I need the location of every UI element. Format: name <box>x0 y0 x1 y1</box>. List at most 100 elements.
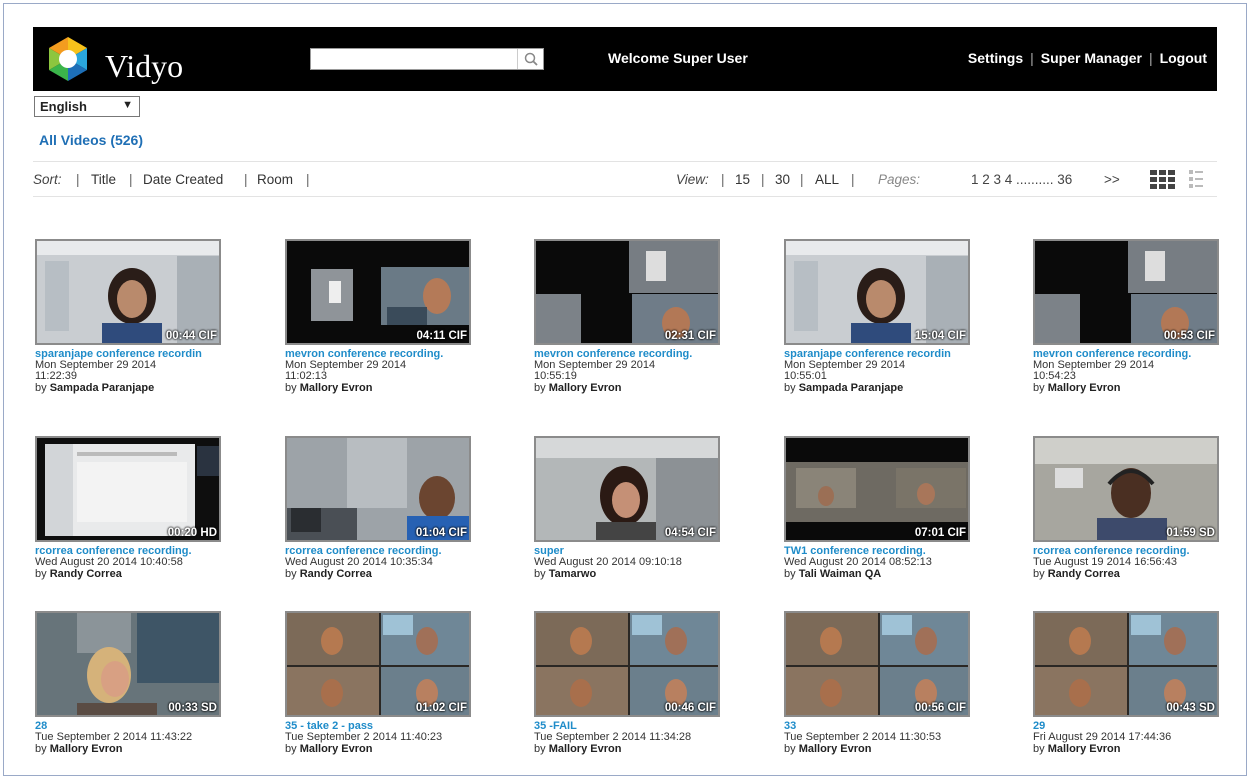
video-thumbnail[interactable]: 01:59 SD <box>1033 436 1219 542</box>
brand-name: Vidyo <box>105 48 184 84</box>
video-thumbnail[interactable]: 07:01 CIF <box>784 436 970 542</box>
pages-label: Pages: <box>878 172 921 187</box>
video-thumbnail[interactable]: 00:33 SD <box>35 611 221 717</box>
video-author: by Mallory Evron <box>1033 744 1223 755</box>
author-prefix: by <box>784 382 796 394</box>
all-videos-link[interactable]: All Videos (526) <box>39 132 143 148</box>
video-thumbnail[interactable]: 15:04 CIF <box>784 239 970 345</box>
view-all[interactable]: ALL <box>815 172 839 187</box>
view-30[interactable]: 30 <box>775 172 790 187</box>
video-thumbnail[interactable]: 00:53 CIF <box>1033 239 1219 345</box>
video-meta: rcorrea conference recording. Wed August … <box>285 546 475 580</box>
author-name: Mallory Evron <box>1047 743 1121 755</box>
sort-view-toolbar: Sort: | Title | Date Created | Room | Vi… <box>33 161 1217 197</box>
video-duration: 00:46 CIF <box>664 702 716 714</box>
settings-link[interactable]: Settings <box>968 50 1023 66</box>
video-meta: sparanjape conference recordin Mon Septem… <box>784 349 974 394</box>
author-prefix: by <box>784 568 796 580</box>
author-name: Mallory Evron <box>1047 382 1121 394</box>
video-meta: mevron conference recording. Mon Septembe… <box>285 349 475 394</box>
vidyo-logo[interactable]: Vidyo <box>43 34 203 84</box>
page-numbers[interactable]: 1 2 3 4 .......... 36 <box>971 172 1072 187</box>
video-duration: 02:31 CIF <box>664 330 716 342</box>
video-author: by Mallory Evron <box>285 744 475 755</box>
separator: | <box>800 172 804 187</box>
sort-date-created[interactable]: Date Created <box>143 172 223 187</box>
author-name: Mallory Evron <box>299 743 373 755</box>
video-thumbnail[interactable]: 01:04 CIF <box>285 436 471 542</box>
video-author: by Mallory Evron <box>534 383 724 394</box>
video-meta: mevron conference recording. Mon Septembe… <box>534 349 724 394</box>
search-button[interactable] <box>517 49 543 69</box>
author-prefix: by <box>784 743 796 755</box>
search-icon <box>524 52 538 66</box>
author-name: Randy Correa <box>49 568 122 580</box>
video-date: Tue September 2 2014 11:40:23 <box>285 731 443 743</box>
video-author: by Mallory Evron <box>285 383 475 394</box>
video-author: by Mallory Evron <box>534 744 724 755</box>
video-date: Wed August 20 2014 09:10:18 <box>534 556 682 568</box>
video-author: by Randy Correa <box>35 569 225 580</box>
video-duration: 00:33 SD <box>168 702 217 714</box>
video-meta: rcorrea conference recording. Tue August … <box>1033 546 1223 580</box>
grid-view-icon[interactable] <box>1150 170 1176 193</box>
video-duration: 01:04 CIF <box>415 527 467 539</box>
video-author: by Randy Correa <box>285 569 475 580</box>
video-thumbnail[interactable]: 00:44 CIF <box>35 239 221 345</box>
separator: | <box>76 172 80 187</box>
video-date: Tue September 2 2014 11:34:28 <box>534 731 692 743</box>
search-input[interactable] <box>311 49 517 69</box>
video-thumbnail[interactable]: 00:20 HD <box>35 436 221 542</box>
top-header: Vidyo Welcome Super User Settings | Super … <box>33 27 1217 91</box>
logout-link[interactable]: Logout <box>1160 50 1207 66</box>
sort-label: Sort: <box>33 172 62 187</box>
video-date: Fri August 29 2014 17:44:36 <box>1033 731 1172 743</box>
language-select[interactable]: English ▼ <box>34 96 140 117</box>
video-thumbnail[interactable]: 02:31 CIF <box>534 239 720 345</box>
video-meta: super Wed August 20 2014 09:10:18 by Tamar… <box>534 546 724 580</box>
video-meta: mevron conference recording. Mon Septembe… <box>1033 349 1223 394</box>
video-author: by Mallory Evron <box>784 744 974 755</box>
sort-room[interactable]: Room <box>257 172 293 187</box>
video-duration: 00:44 CIF <box>165 330 217 342</box>
video-duration: 00:53 CIF <box>1163 330 1215 342</box>
next-pages-link[interactable]: >> <box>1104 172 1120 187</box>
video-duration: 01:02 CIF <box>415 702 467 714</box>
author-name: Mallory Evron <box>548 382 622 394</box>
separator: | <box>851 172 855 187</box>
video-meta: 35 - take 2 - pass Tue September 2 2014 1… <box>285 721 475 755</box>
sort-title[interactable]: Title <box>91 172 116 187</box>
video-author: by Tali Waiman QA <box>784 569 974 580</box>
author-prefix: by <box>285 568 297 580</box>
video-thumbnail[interactable]: 00:46 CIF <box>534 611 720 717</box>
video-author: by Sampada Paranjape <box>784 383 974 394</box>
view-15[interactable]: 15 <box>735 172 750 187</box>
author-prefix: by <box>1033 382 1045 394</box>
video-thumbnail[interactable]: 04:11 CIF <box>285 239 471 345</box>
video-thumbnail[interactable]: 04:54 CIF <box>534 436 720 542</box>
super-manager-link[interactable]: Super Manager <box>1041 50 1142 66</box>
view-label: View: <box>676 172 709 187</box>
video-meta: rcorrea conference recording. Wed August … <box>35 546 225 580</box>
search-box <box>310 48 544 70</box>
video-thumbnail[interactable]: 01:02 CIF <box>285 611 471 717</box>
author-prefix: by <box>35 382 47 394</box>
separator: | <box>761 172 765 187</box>
video-meta: 28 Tue September 2 2014 11:43:22 by Mallor… <box>35 721 225 755</box>
chevron-down-icon: ▼ <box>122 99 133 111</box>
video-duration: 00:56 CIF <box>914 702 966 714</box>
video-thumbnail[interactable]: 00:56 CIF <box>784 611 970 717</box>
video-date: Tue August 19 2014 16:56:43 <box>1033 556 1177 568</box>
video-date: Tue September 2 2014 11:43:22 <box>35 731 193 743</box>
author-name: Mallory Evron <box>299 382 373 394</box>
video-date: 10:55:01 <box>784 370 827 382</box>
author-prefix: by <box>1033 568 1045 580</box>
author-prefix: by <box>285 382 297 394</box>
top-links: Settings | Super Manager | Logout <box>968 50 1207 66</box>
video-author: by Randy Correa <box>1033 569 1223 580</box>
author-name: Mallory Evron <box>49 743 123 755</box>
video-thumbnail[interactable]: 00:43 SD <box>1033 611 1219 717</box>
video-author: by Sampada Paranjape <box>35 383 225 394</box>
list-view-icon[interactable] <box>1189 170 1203 193</box>
video-meta: 33 Tue September 2 2014 11:30:53 by Mallor… <box>784 721 974 755</box>
